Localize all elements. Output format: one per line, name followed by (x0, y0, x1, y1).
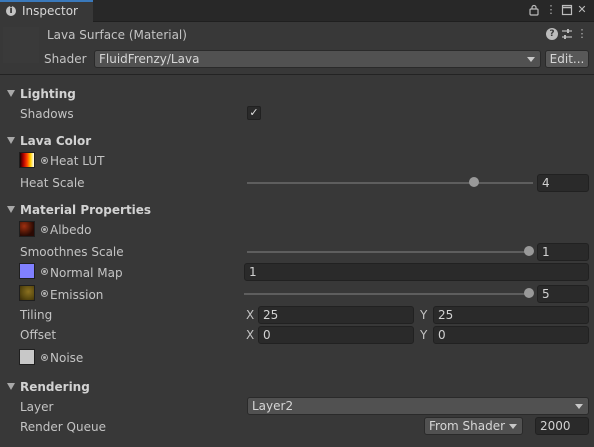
tiling-x-label: X (246, 308, 255, 322)
section-lava-color[interactable]: Lava Color (20, 133, 91, 149)
foldout-arrow-icon[interactable] (7, 206, 15, 213)
normal-map-label: Normal Map (50, 266, 123, 280)
info-icon: i (6, 6, 16, 16)
edit-shader-button[interactable]: Edit... (545, 50, 589, 68)
layer-value: Layer2 (252, 399, 294, 413)
layer-dropdown[interactable]: Layer2 (247, 397, 589, 415)
noise-label: Noise (50, 351, 84, 365)
shadows-label: Shadows (20, 107, 74, 121)
render-queue-mode-dropdown[interactable]: From Shader (424, 417, 523, 435)
tab-inspector[interactable]: i Inspector (0, 0, 93, 23)
shader-value: FluidFrenzy/Lava (99, 52, 200, 66)
menu-icon[interactable]: ⋮ (545, 4, 557, 16)
heat-scale-label: Heat Scale (20, 176, 85, 190)
heat-scale-field[interactable]: 4 (537, 174, 589, 192)
dropdown-arrow-icon (527, 57, 535, 62)
albedo-label: Albedo (50, 223, 92, 237)
tab-label: Inspector (22, 4, 78, 18)
heat-scale-slider-thumb[interactable] (469, 177, 479, 187)
offset-x-field[interactable]: 0 (258, 326, 414, 344)
maximize-icon[interactable] (561, 4, 573, 16)
object-picker-icon[interactable] (41, 226, 48, 233)
object-picker-icon[interactable] (41, 290, 48, 297)
foldout-arrow-icon[interactable] (7, 383, 15, 390)
emission-slider-thumb[interactable] (524, 288, 534, 298)
tiling-y-field[interactable]: 25 (433, 306, 589, 324)
foldout-arrow-icon[interactable] (7, 90, 15, 97)
noise-thumbnail[interactable] (19, 349, 35, 365)
section-material-properties[interactable]: Material Properties (20, 202, 151, 218)
object-picker-icon[interactable] (41, 268, 48, 275)
emission-label: Emission (50, 288, 104, 302)
offset-x-label: X (246, 328, 255, 342)
section-lighting[interactable]: Lighting (20, 86, 76, 102)
normal-map-thumbnail[interactable] (19, 263, 35, 279)
section-rendering[interactable]: Rendering (20, 379, 90, 395)
shader-dropdown[interactable]: FluidFrenzy/Lava (94, 50, 541, 68)
emission-field[interactable]: 5 (537, 285, 589, 303)
lock-icon[interactable] (528, 4, 540, 16)
window-tab-bar: i Inspector ⋮ ✕ (0, 0, 594, 23)
foldout-arrow-icon[interactable] (7, 137, 15, 144)
tiling-x-field[interactable]: 25 (258, 306, 414, 324)
smoothness-label: Smoothnes Scale (20, 245, 124, 259)
emission-thumbnail[interactable] (19, 285, 35, 301)
dropdown-arrow-icon (509, 424, 517, 429)
header-divider (0, 74, 594, 75)
smoothness-slider[interactable] (247, 251, 533, 253)
offset-y-label: Y (420, 328, 428, 342)
albedo-thumbnail[interactable] (19, 221, 35, 237)
dropdown-arrow-icon (575, 404, 583, 409)
object-picker-icon[interactable] (41, 354, 48, 361)
tiling-y-label: Y (420, 308, 428, 322)
material-name: Lava Surface (Material) (47, 28, 187, 42)
offset-label: Offset (20, 328, 57, 342)
heat-lut-label: Heat LUT (50, 154, 105, 168)
smoothness-field[interactable]: 1 (537, 243, 589, 261)
heat-lut-thumbnail[interactable] (19, 152, 35, 168)
heat-scale-slider[interactable] (247, 182, 533, 184)
offset-y-field[interactable]: 0 (433, 326, 589, 344)
smoothness-slider-thumb[interactable] (524, 246, 534, 256)
help-icon[interactable]: ? (546, 28, 558, 40)
material-preview-icon (3, 27, 39, 63)
layer-label: Layer (20, 400, 54, 414)
preset-icon[interactable] (561, 28, 573, 40)
check-icon: ✓ (249, 106, 259, 119)
shader-label: Shader (44, 52, 87, 66)
close-icon[interactable]: ✕ (576, 4, 588, 16)
object-picker-icon[interactable] (41, 157, 48, 164)
render-queue-label: Render Queue (20, 420, 106, 434)
tiling-label: Tiling (20, 308, 53, 322)
normal-map-field[interactable]: 1 (244, 263, 589, 281)
more-icon[interactable]: ⋮ (576, 28, 588, 40)
render-queue-mode: From Shader (429, 419, 506, 433)
shadows-checkbox[interactable]: ✓ (247, 106, 261, 120)
emission-slider[interactable] (244, 293, 533, 295)
render-queue-field[interactable]: 2000 (535, 417, 589, 435)
